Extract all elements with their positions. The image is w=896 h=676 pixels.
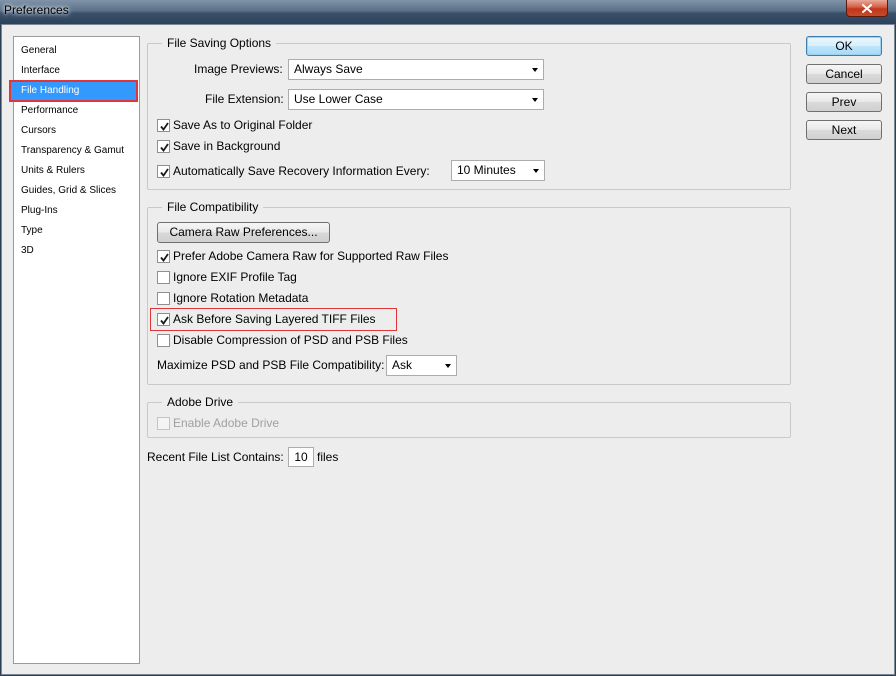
ask-tiff-checkbox[interactable]: Ask Before Saving Layered TIFF Files (157, 311, 376, 327)
disable-compression-checkbox[interactable]: Disable Compression of PSD and PSB Files (157, 332, 408, 348)
save-as-original-checkbox[interactable]: Save As to Original Folder (157, 117, 312, 133)
checkbox-box[interactable] (157, 312, 170, 326)
save-in-background-checkbox[interactable]: Save in Background (157, 138, 280, 154)
select-value: Ask (392, 358, 413, 372)
checkbox-box[interactable] (157, 164, 170, 178)
camera-raw-preferences-button[interactable]: Camera Raw Preferences... (157, 222, 330, 243)
group-legend: File Saving Options (162, 36, 277, 51)
checkbox-box[interactable] (157, 291, 170, 305)
sidebar-item-3d[interactable]: 3D (14, 241, 139, 261)
sidebar-item-guides-grid-slices[interactable]: Guides, Grid & Slices (14, 181, 139, 201)
sidebar-item-transparency-gamut[interactable]: Transparency & Gamut (14, 141, 139, 161)
chevron-down-icon (533, 169, 539, 173)
prefer-camera-raw-checkbox[interactable]: Prefer Adobe Camera Raw for Supported Ra… (157, 248, 448, 264)
recent-files-input[interactable]: 10 (288, 447, 314, 467)
checkbox-box[interactable] (157, 270, 170, 284)
title-bar: Preferences (0, 0, 896, 24)
checkbox-label: Prefer Adobe Camera Raw for Supported Ra… (173, 249, 449, 263)
group-legend: File Compatibility (162, 200, 264, 215)
checkbox-box[interactable] (157, 333, 170, 347)
sidebar-item-file-handling[interactable]: File Handling (9, 80, 138, 102)
checkbox-label: Ignore EXIF Profile Tag (173, 270, 297, 284)
sidebar-item-general[interactable]: General (14, 41, 139, 61)
category-list[interactable]: General Interface File Handling Performa… (9, 36, 140, 664)
recovery-interval-select[interactable]: 10 Minutes (451, 160, 545, 181)
cancel-button[interactable]: Cancel (806, 64, 882, 84)
sidebar-item-type[interactable]: Type (14, 221, 139, 241)
chevron-down-icon (532, 98, 538, 102)
sidebar-item-interface[interactable]: Interface (14, 61, 139, 81)
checkbox-label: Automatically Save Recovery Information … (173, 164, 430, 178)
dialog-client: General Interface File Handling Performa… (1, 24, 895, 675)
chevron-down-icon (445, 364, 451, 368)
checkbox-box[interactable] (157, 139, 170, 153)
image-previews-select[interactable]: Always Save (288, 59, 544, 80)
checkbox-label: Save As to Original Folder (173, 118, 313, 132)
image-previews-label: Image Previews: (194, 62, 283, 76)
ignore-rotation-checkbox[interactable]: Ignore Rotation Metadata (157, 290, 308, 306)
check-icon (160, 252, 169, 262)
close-icon (862, 3, 872, 13)
next-button[interactable]: Next (806, 120, 882, 140)
checkbox-box[interactable] (157, 249, 170, 263)
close-button[interactable] (846, 0, 888, 17)
sidebar-item-units-rulers[interactable]: Units & Rulers (14, 161, 139, 181)
select-value: Always Save (294, 62, 363, 76)
select-value: Use Lower Case (294, 92, 383, 106)
enable-adobe-drive-checkbox[interactable]: Enable Adobe Drive (157, 415, 279, 431)
prev-button[interactable]: Prev (806, 92, 882, 112)
file-saving-group: File Saving Options Image Previews: Alwa… (147, 36, 791, 190)
checkbox-label: Disable Compression of PSD and PSB Files (173, 333, 408, 347)
maximize-compat-select[interactable]: Ask (386, 355, 457, 376)
checkbox-box[interactable] (157, 416, 170, 430)
checkbox-box[interactable] (157, 118, 170, 132)
ok-button[interactable]: OK (806, 36, 882, 56)
checkbox-label: Ask Before Saving Layered TIFF Files (173, 312, 376, 326)
sidebar-item-cursors[interactable]: Cursors (14, 121, 139, 141)
file-extension-label: File Extension: (205, 92, 284, 106)
checkbox-label: Enable Adobe Drive (173, 416, 280, 430)
ignore-exif-checkbox[interactable]: Ignore EXIF Profile Tag (157, 269, 297, 285)
recent-files-suffix: files (317, 450, 339, 464)
window-title: Preferences (4, 3, 69, 17)
check-icon (160, 121, 169, 131)
checkbox-label: Ignore Rotation Metadata (173, 291, 309, 305)
maximize-compat-label: Maximize PSD and PSB File Compatibility: (157, 358, 385, 372)
sidebar-item-plug-ins[interactable]: Plug-Ins (14, 201, 139, 221)
checkbox-label: Save in Background (173, 139, 281, 153)
check-icon (160, 315, 169, 325)
check-icon (160, 142, 169, 152)
file-extension-select[interactable]: Use Lower Case (288, 89, 544, 110)
group-legend: Adobe Drive (162, 395, 239, 410)
sidebar-item-performance[interactable]: Performance (14, 101, 139, 121)
chevron-down-icon (532, 68, 538, 72)
adobe-drive-group: Adobe Drive Enable Adobe Drive (147, 395, 791, 438)
recent-files-label: Recent File List Contains: (147, 450, 284, 464)
check-icon (160, 167, 169, 177)
select-value: 10 Minutes (457, 163, 516, 177)
file-compatibility-group: File Compatibility Camera Raw Preference… (147, 200, 791, 385)
auto-recovery-checkbox[interactable]: Automatically Save Recovery Information … (157, 163, 430, 179)
